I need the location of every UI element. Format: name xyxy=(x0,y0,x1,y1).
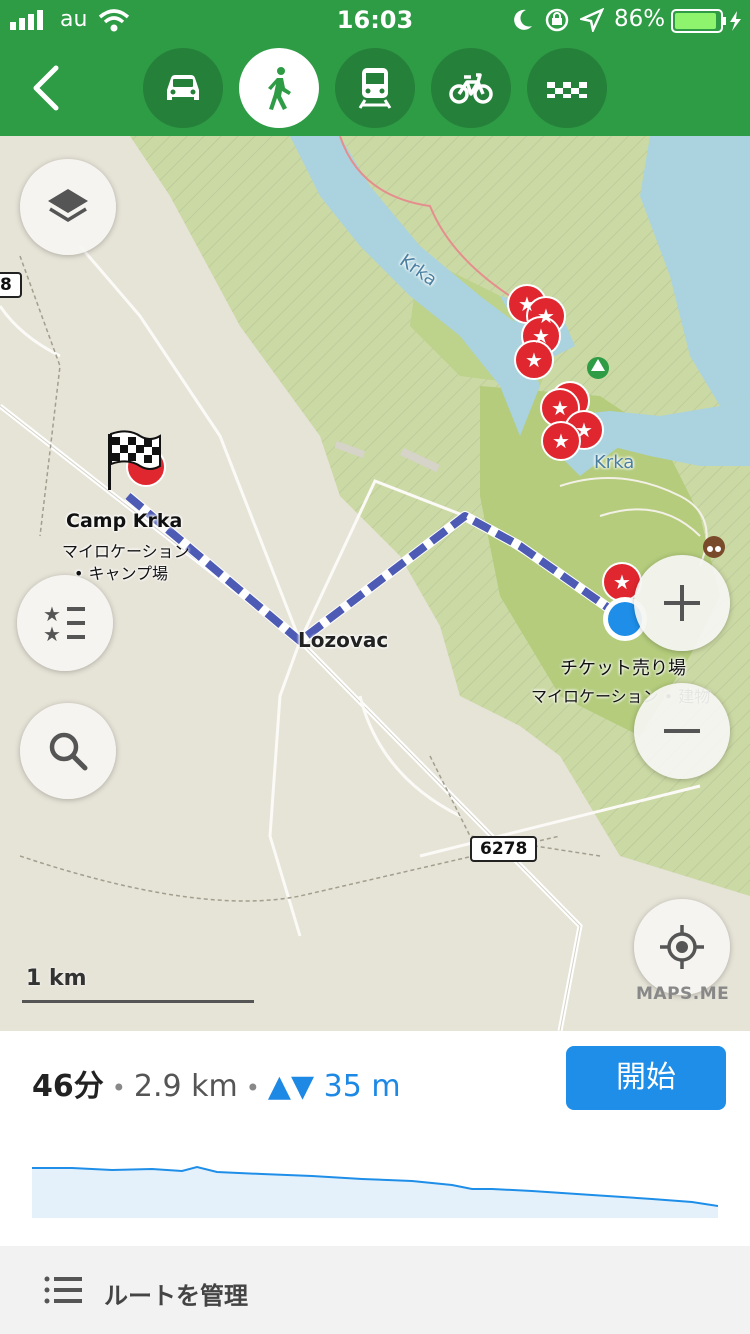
svg-text:★: ★ xyxy=(518,292,536,316)
list-icon xyxy=(44,1276,82,1304)
svg-text:★: ★ xyxy=(613,570,631,594)
starred-list-icon: ★ ★ xyxy=(43,602,85,646)
elevation-icon: ▲▼ xyxy=(267,1069,315,1104)
map-view[interactable]: ★ ★ ★ ★ ★ ★ ★ ★ Krka Krka 8 Camp Krka マイ… xyxy=(0,136,750,1031)
svg-text:★: ★ xyxy=(552,429,570,453)
start-navigation-button[interactable]: 開始 xyxy=(566,1046,726,1110)
chevron-left-icon xyxy=(33,65,59,111)
mode-taxi-button[interactable] xyxy=(527,48,607,128)
car-icon xyxy=(167,75,199,100)
bookmarks-button[interactable]: ★ ★ xyxy=(17,575,113,671)
svg-text:★: ★ xyxy=(551,396,569,420)
route-distance: 2.9 km xyxy=(133,1069,238,1104)
pedestrian-icon xyxy=(268,67,291,110)
routing-header xyxy=(0,40,750,136)
moon-icon xyxy=(514,9,532,30)
start-place-category: マイロケーション xyxy=(62,542,190,561)
start-place-name[interactable]: Camp Krka xyxy=(66,510,182,532)
mode-walk-button[interactable] xyxy=(239,48,319,128)
layers-button[interactable] xyxy=(20,159,116,255)
svg-text:★: ★ xyxy=(575,418,593,442)
dest-place-name[interactable]: チケット売り場 xyxy=(560,654,686,680)
train-icon xyxy=(358,68,392,109)
minus-icon xyxy=(664,729,700,733)
route-summary: 46分 • 2.9 km • ▲▼ 35 m xyxy=(32,1069,401,1104)
elevation-profile-chart xyxy=(32,1165,718,1218)
map-scale-bar xyxy=(22,1000,254,1003)
route-summary-panel: 46分 • 2.9 km • ▲▼ 35 m 開始 xyxy=(0,1031,750,1246)
brand-watermark: MAPS.ME xyxy=(636,984,730,1004)
status-bar: au 16:03 86% xyxy=(0,0,750,40)
crosshair-icon xyxy=(660,925,704,969)
manage-route-label: ルートを管理 xyxy=(104,1282,248,1310)
road-shield: 8 xyxy=(0,272,22,298)
svg-text:★: ★ xyxy=(525,348,543,372)
mode-transit-button[interactable] xyxy=(335,48,415,128)
taxi-icon xyxy=(547,82,587,98)
bicycle-icon xyxy=(449,73,493,104)
search-icon xyxy=(49,732,88,771)
plus-icon xyxy=(664,585,700,621)
zoom-out-button[interactable] xyxy=(634,683,730,779)
zoom-in-button[interactable] xyxy=(634,555,730,651)
svg-text:★: ★ xyxy=(532,324,550,348)
my-location-button[interactable] xyxy=(634,899,730,995)
back-button[interactable] xyxy=(22,60,74,116)
location-arrow-icon xyxy=(580,8,604,32)
town-label: Lozovac xyxy=(298,628,389,652)
mode-bicycle-button[interactable] xyxy=(431,48,511,128)
mode-car-button[interactable] xyxy=(143,48,223,128)
battery-percent: 86% xyxy=(614,6,666,32)
svg-text:★: ★ xyxy=(43,622,61,646)
battery-icon xyxy=(671,9,741,33)
layers-icon xyxy=(48,189,88,223)
route-time: 46分 xyxy=(32,1069,104,1104)
manage-route-button[interactable]: ルートを管理 xyxy=(0,1246,750,1334)
river-label: Krka xyxy=(594,452,635,473)
map-scale-label: 1 km xyxy=(26,966,87,991)
road-shield: 6278 xyxy=(470,836,538,862)
rotation-lock-icon xyxy=(545,8,569,32)
search-button[interactable] xyxy=(20,703,116,799)
route-elevation: 35 m xyxy=(323,1069,401,1104)
